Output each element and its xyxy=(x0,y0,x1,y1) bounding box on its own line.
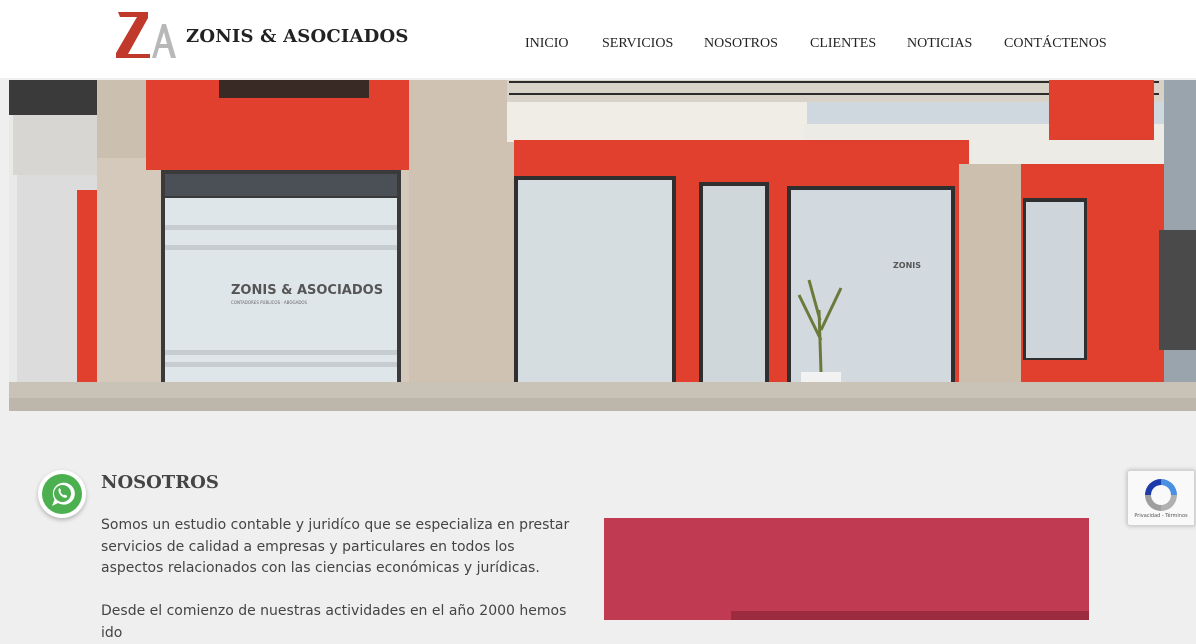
about-image xyxy=(604,518,1089,620)
nav-item-inicio[interactable]: INICIO xyxy=(525,36,569,52)
nav-item-contactenos[interactable]: CONTÁCTENOS xyxy=(1004,36,1107,52)
recaptcha-badge[interactable]: Privacidad - Términos xyxy=(1127,470,1195,526)
main-nav: INICIO SERVICIOS NOSOTROS CLIENTES NOTIC… xyxy=(0,36,1196,56)
section-title: NOSOTROS xyxy=(101,472,219,493)
whatsapp-button[interactable] xyxy=(38,470,86,518)
whatsapp-icon xyxy=(42,474,82,514)
about-paragraph-1: Somos un estudio contable y juridíco que… xyxy=(101,517,570,576)
window-sign-sub: CONTADORES PÚBLICOS · ABOGADOS xyxy=(231,300,308,305)
window-sign: ZONIS & ASOCIADOS xyxy=(231,283,383,298)
svg-text:ZONIS: ZONIS xyxy=(893,261,921,270)
recaptcha-text[interactable]: Privacidad - Términos xyxy=(1128,513,1194,519)
site-header: ZONIS & ASOCIADOS INICIO SERVICIOS NOSOT… xyxy=(0,0,1196,78)
nav-item-noticias[interactable]: NOTICIAS xyxy=(907,36,972,52)
nav-item-clientes[interactable]: CLIENTES xyxy=(810,36,876,52)
recaptcha-icon xyxy=(1145,479,1177,511)
about-image-shape xyxy=(731,611,1089,620)
office-facade-illustration: ZONIS & ASOCIADOS CONTADORES PÚBLICOS · … xyxy=(9,80,1196,411)
about-paragraph-2: Desde el comienzo de nuestras actividade… xyxy=(101,603,567,641)
nav-item-servicios[interactable]: SERVICIOS xyxy=(602,36,673,52)
nav-item-nosotros[interactable]: NOSOTROS xyxy=(704,36,778,52)
hero-image: ZONIS & ASOCIADOS CONTADORES PÚBLICOS · … xyxy=(9,80,1196,411)
